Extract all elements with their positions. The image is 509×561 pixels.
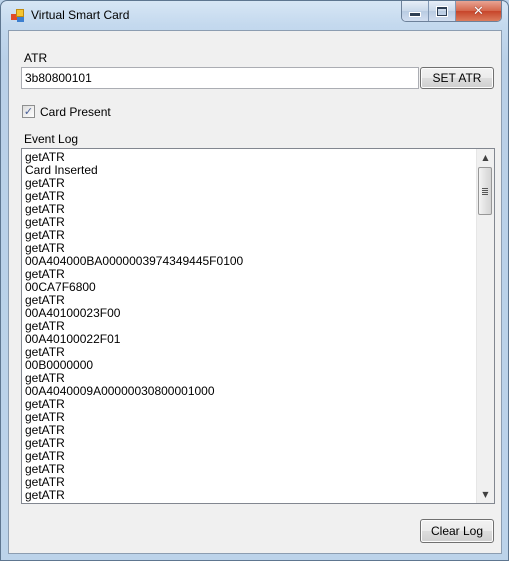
log-entry[interactable]: getATR	[25, 203, 475, 216]
atr-label: ATR	[24, 51, 48, 65]
checkmark-icon: ✓	[23, 105, 34, 118]
log-entry[interactable]: 00A4040009A00000030800001000	[25, 385, 475, 398]
log-entry[interactable]: getATR	[25, 476, 475, 489]
close-button[interactable]: ✕	[456, 1, 501, 21]
log-entry[interactable]: 00CA7F6800	[25, 281, 475, 294]
clear-log-button[interactable]: Clear Log	[420, 519, 494, 543]
event-log-lines: getATR Card Inserted getATR getATR getATR get…	[25, 151, 475, 504]
grip-icon	[482, 187, 488, 195]
title-bar[interactable]: Virtual Smart Card ✕	[1, 1, 508, 31]
log-entry[interactable]: getATR	[25, 411, 475, 424]
set-atr-button[interactable]: SET ATR	[420, 67, 494, 89]
app-icon	[11, 9, 25, 22]
client-area: ATR SET ATR ✓ Card Present Event Log get…	[8, 30, 502, 554]
log-entry[interactable]: 00A404000BA0000003974349445F0100	[25, 255, 475, 268]
scroll-down-icon: ▼	[482, 490, 489, 499]
scroll-thumb[interactable]	[478, 167, 492, 215]
atr-input[interactable]	[21, 67, 419, 89]
event-log-scrollbar[interactable]: ▲ ▼	[476, 149, 494, 503]
maximize-button[interactable]	[429, 1, 456, 21]
log-entry[interactable]: getATR	[25, 229, 475, 242]
close-icon: ✕	[473, 3, 484, 19]
log-entry[interactable]: Card Inserted	[25, 164, 475, 177]
log-entry[interactable]: getATR	[25, 450, 475, 463]
log-entry[interactable]: getATR	[25, 424, 475, 437]
scroll-down-button[interactable]: ▼	[477, 486, 494, 503]
maximize-icon	[436, 5, 448, 17]
scroll-up-icon: ▲	[482, 153, 489, 162]
log-entry[interactable]: getATR	[25, 437, 475, 450]
log-entry[interactable]: getATR	[25, 190, 475, 203]
card-present-label[interactable]: Card Present	[40, 105, 111, 119]
log-entry[interactable]: getATR	[25, 489, 475, 502]
log-entry[interactable]: getATR	[25, 216, 475, 229]
scroll-up-button[interactable]: ▲	[477, 149, 494, 166]
log-entry[interactable]: 00A40100023F00	[25, 307, 475, 320]
log-entry[interactable]: getATR	[25, 398, 475, 411]
event-log-label: Event Log	[24, 132, 79, 146]
log-entry[interactable]: getATR	[25, 463, 475, 476]
log-entry[interactable]: getATR	[25, 177, 475, 190]
card-present-checkbox[interactable]: ✓	[22, 105, 35, 118]
event-log-listbox[interactable]: getATR Card Inserted getATR getATR getATR get…	[21, 148, 495, 504]
caption-buttons: ✕	[401, 1, 502, 22]
log-entry[interactable]: 00B0000000	[25, 359, 475, 372]
app-window: Virtual Smart Card ✕ ATR SET ATR ✓ Card …	[0, 0, 509, 561]
window-title: Virtual Smart Card	[31, 8, 130, 22]
log-entry[interactable]: 00A40100022F01	[25, 333, 475, 346]
minimize-button[interactable]	[402, 1, 429, 21]
minimize-icon	[409, 11, 421, 17]
log-entry[interactable]: getATR	[25, 502, 475, 504]
